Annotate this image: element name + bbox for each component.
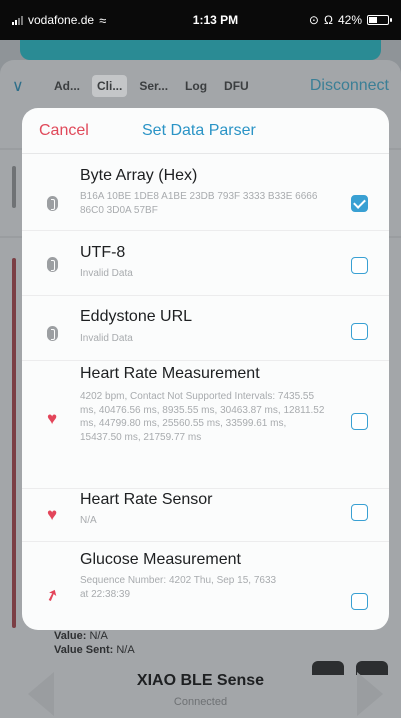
parser-option-title: Heart Rate Sensor xyxy=(80,491,213,508)
data-parser-modal: Cancel Set Data Parser Byte Array (Hex) … xyxy=(22,108,389,630)
parser-option-checkbox[interactable] xyxy=(351,504,368,521)
parser-option-detail: N/A xyxy=(80,515,97,526)
value-sent-label: Value Sent: xyxy=(54,644,114,656)
parser-option-byte-array[interactable]: Byte Array (Hex) B16A 10BE 1DE8 A1BE 23D… xyxy=(22,154,389,230)
bluetooth-icon xyxy=(43,255,61,273)
parser-option-heart-rate-measurement[interactable]: ♥ Heart Rate Measurement 4202 bpm, Conta… xyxy=(22,361,389,488)
battery-icon xyxy=(367,15,392,25)
parser-option-checkbox[interactable] xyxy=(351,195,368,212)
device-status: Connected xyxy=(173,696,228,708)
background-service-bar xyxy=(12,166,16,208)
parser-option-detail: 4202 bpm, Contact Not Supported Interval… xyxy=(80,391,325,443)
parser-option-checkbox[interactable] xyxy=(351,323,368,340)
status-bar: vodafone.de ≈ 1:13 PM ⊙ Ω 42% xyxy=(0,0,401,40)
device-name: XIAO BLE Sense xyxy=(136,672,265,689)
parser-option-checkbox[interactable] xyxy=(351,257,368,274)
wifi-icon: ≈ xyxy=(99,12,107,28)
heart-icon: ♥ xyxy=(46,408,58,428)
parser-option-heart-rate-sensor[interactable]: ♥ Heart Rate Sensor N/A xyxy=(22,489,389,549)
background-value-row: Value: N/A xyxy=(54,630,108,642)
tab-dfu[interactable]: DFU xyxy=(219,75,254,97)
device-bar: XIAO BLE Sense Connected xyxy=(0,662,401,718)
parser-option-checkbox[interactable] xyxy=(351,413,368,430)
chevron-down-icon[interactable]: ∨ xyxy=(12,76,42,96)
parser-option-eddystone-url[interactable]: Eddystone URL Invalid Data xyxy=(22,296,389,360)
heart-icon: ♥ xyxy=(46,504,58,524)
parser-option-title: Glucose Measurement xyxy=(80,551,241,568)
tab-advertisement[interactable]: Ad... xyxy=(49,75,85,97)
status-right: ⊙ Ω 42% xyxy=(308,13,392,27)
modal-title: Set Data Parser xyxy=(142,122,256,139)
parser-option-utf8[interactable]: UTF-8 Invalid Data xyxy=(22,231,389,295)
value-label: Value: xyxy=(54,630,87,642)
signal-icon xyxy=(12,15,23,25)
tab-log[interactable]: Log xyxy=(180,75,212,97)
disconnect-button[interactable]: Disconnect xyxy=(310,77,389,95)
peripheral-nav: ∨ Ad... Cli... Ser... Log DFU Disconnect xyxy=(0,64,401,108)
parser-option-title: Heart Rate Measurement xyxy=(80,365,260,382)
value-text: N/A xyxy=(89,630,108,642)
glucose-drop-icon: ➚ xyxy=(43,584,61,606)
status-time: 1:13 PM xyxy=(192,13,239,27)
parser-option-checkbox[interactable] xyxy=(351,593,368,610)
background-value-sent-row: Value Sent: N/A xyxy=(54,644,135,656)
background-sheet-edge xyxy=(20,40,381,60)
modal-header: Cancel Set Data Parser xyxy=(22,108,389,154)
bluetooth-icon xyxy=(43,194,61,212)
parser-option-detail: Sequence Number: 4202 Thu, Sep 15, 7633 … xyxy=(80,575,277,600)
value-sent-text: N/A xyxy=(116,644,135,656)
tab-client[interactable]: Cli... xyxy=(92,75,128,97)
parser-option-title: UTF-8 xyxy=(80,244,126,261)
bluetooth-icon xyxy=(43,324,61,342)
parser-option-glucose-measurement[interactable]: ➚ Glucose Measurement Sequence Number: 4… xyxy=(22,542,389,630)
carrier-name: vodafone.de xyxy=(28,13,95,27)
headphones-icon: Ω xyxy=(323,13,333,27)
battery-percent: 42% xyxy=(337,13,362,27)
parser-option-detail: Invalid Data xyxy=(80,268,133,279)
parser-option-detail: Invalid Data xyxy=(80,333,133,344)
background-characteristic-bar xyxy=(12,258,16,628)
parser-option-title: Byte Array (Hex) xyxy=(80,167,198,184)
parser-option-detail: B16A 10BE 1DE8 A1BE 23DB 793F 3333 B33E … xyxy=(80,191,318,216)
cancel-button[interactable]: Cancel xyxy=(39,122,89,140)
parser-option-title: Eddystone URL xyxy=(80,308,193,325)
tab-server[interactable]: Ser... xyxy=(134,75,173,97)
orientation-lock-icon: ⊙ xyxy=(308,13,319,27)
